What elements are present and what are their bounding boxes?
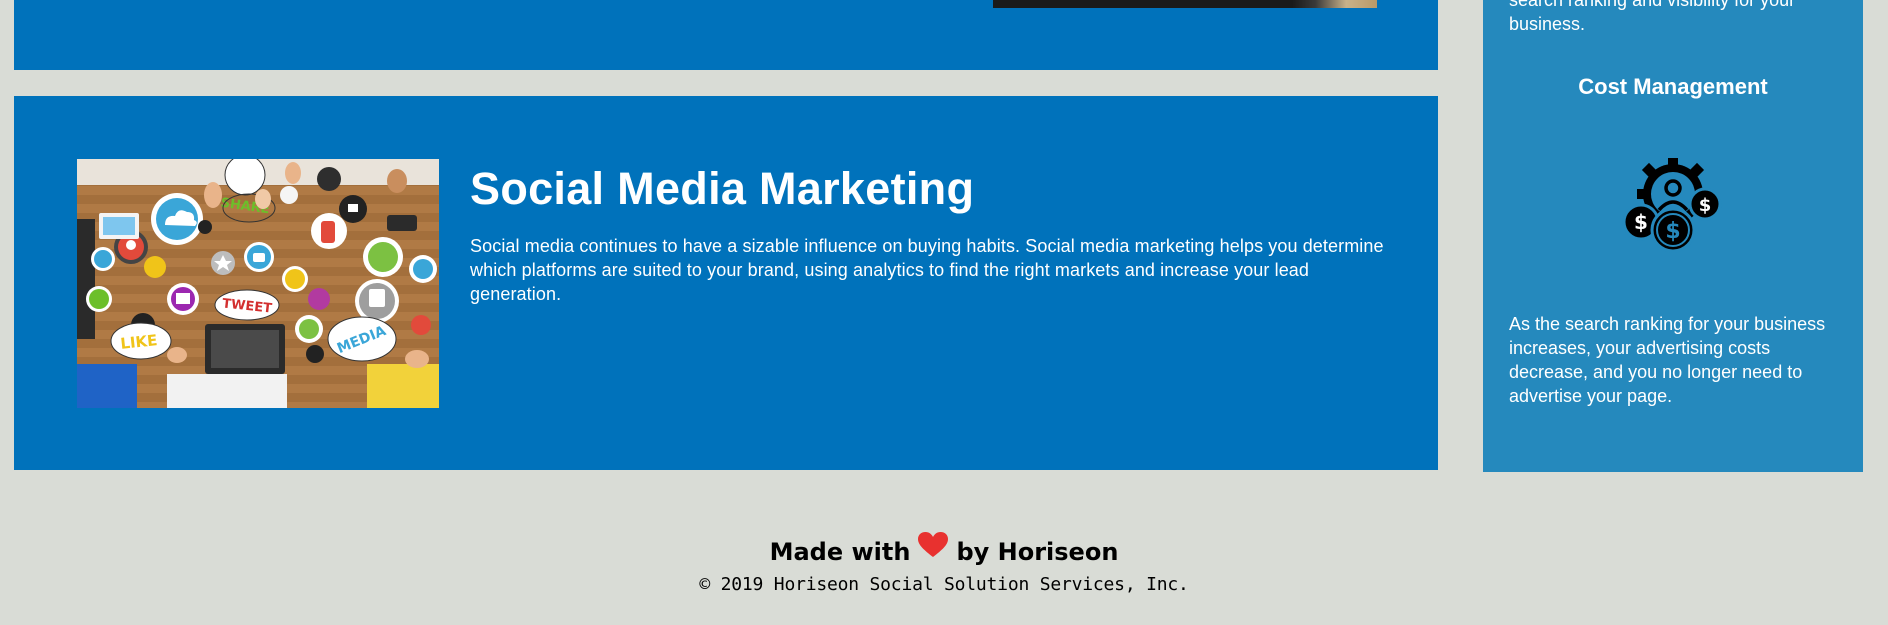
svg-text:$: $ — [1665, 219, 1680, 244]
social-media-marketing-paragraph: Social media continues to have a sizable… — [470, 236, 1384, 304]
svg-text:$: $ — [1699, 195, 1712, 216]
cost-management-gear-dollar-icon: $ $ $ — [1621, 156, 1725, 256]
svg-text:$: $ — [1634, 210, 1648, 234]
social-media-marketing-image: SHARE TWEET LIKE MEDIA — [77, 159, 439, 408]
heart-icon — [918, 530, 949, 570]
cost-management-paragraph: As the search ranking for your business … — [1509, 314, 1826, 406]
footer-made-with: Made with by Horiseon — [0, 532, 1888, 573]
footer-by-horiseon: by Horiseon — [956, 538, 1119, 566]
benefits-aside: search ranking and visibility for your b… — [1483, 0, 1863, 472]
footer-made-with-label: Made with — [769, 538, 911, 566]
seo-card — [14, 0, 1438, 70]
cost-management-heading: Cost Management — [1578, 74, 1768, 99]
social-media-marketing-content: Social Media Marketing Social media cont… — [470, 156, 1390, 306]
footer-copyright: © 2019 Horiseon Social Solution Services… — [699, 574, 1189, 595]
site-footer: Made with by Horiseon © 2019 Horiseon Soc… — [0, 532, 1888, 597]
social-media-marketing-heading: Social Media Marketing — [470, 163, 975, 214]
social-media-marketing-card: SHARE TWEET LIKE MEDIA Social Media Mark… — [14, 96, 1438, 470]
seo-image — [993, 0, 1377, 8]
benefit-previous-paragraph: search ranking and visibility for your b… — [1509, 0, 1796, 34]
like-bubble-label: LIKE — [120, 331, 159, 353]
